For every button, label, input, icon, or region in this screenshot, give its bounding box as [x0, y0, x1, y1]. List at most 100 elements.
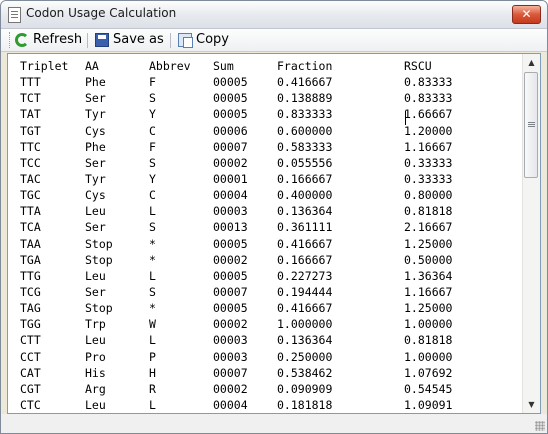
table-cell: 1.00000	[404, 349, 453, 364]
column-header: Triplet	[20, 59, 69, 74]
save-as-label: Save as	[113, 32, 164, 47]
refresh-button[interactable]: Refresh	[15, 30, 82, 49]
table-cell: *	[149, 301, 156, 316]
table-cell: TAG	[20, 301, 41, 316]
table-cell: 00002	[213, 155, 248, 170]
table-cell: 00003	[213, 333, 248, 348]
resize-grip-icon[interactable]	[535, 421, 545, 431]
vertical-scrollbar[interactable]: ▲ ▼	[522, 54, 540, 413]
table-cell: Cys	[85, 123, 106, 138]
table-cell: His	[85, 365, 106, 380]
table-cell: 0.416667	[277, 301, 333, 316]
table-header-row: Triplet AA Abbrev Sum Fraction RSCU	[20, 58, 484, 74]
table-cell: 00002	[213, 381, 248, 396]
table-cell: 00005	[213, 91, 248, 106]
column-header: Fraction	[277, 59, 333, 74]
column-header: Abbrev	[149, 59, 191, 74]
table-cell: 1.25000	[404, 236, 453, 251]
table-cell: 1.25000	[404, 301, 453, 316]
table-cell: TTT	[20, 75, 41, 90]
table-cell: TAA	[20, 236, 41, 251]
table-cell: F	[149, 75, 156, 90]
table-cell: Leu	[85, 268, 106, 283]
table-row: CCT Pro P 00003 0.250000 1.00000	[20, 349, 484, 365]
table-cell: 2.16667	[404, 220, 453, 235]
table-cell: C	[149, 123, 156, 138]
table-cell: *	[149, 236, 156, 251]
table-cell: Ser	[85, 155, 106, 170]
table-cell: 0.80000	[404, 188, 453, 203]
table-cell: 0.33333	[404, 172, 453, 187]
table-row: TTT Phe F 00005 0.416667 0.83333	[20, 74, 484, 90]
table-row: TTA Leu L 00003 0.136364 0.81818	[20, 203, 484, 219]
scroll-thumb[interactable]	[524, 72, 538, 178]
table-cell: Arg	[85, 381, 106, 396]
table-cell: 0.583333	[277, 139, 333, 154]
table-cell: 0.83333	[404, 91, 453, 106]
table-cell: 0.416667	[277, 75, 333, 90]
table-cell: TTG	[20, 268, 41, 283]
table-row: TGA Stop * 00002 0.166667 0.50000	[20, 252, 484, 268]
scroll-down-arrow[interactable]: ▼	[523, 396, 540, 413]
table-cell: 00007	[213, 365, 248, 380]
table-cell: 0.166667	[277, 252, 333, 267]
table-cell: 00007	[213, 285, 248, 300]
table-cell: F	[149, 139, 156, 154]
toolbar-divider	[170, 33, 171, 48]
table-cell: 0.416667	[277, 236, 333, 251]
results-text-area[interactable]: Triplet AA Abbrev Sum Fraction RSCU TTT Phe F 000…	[7, 53, 541, 414]
codon-usage-window: Codon Usage Calculation ✕ Refresh Save a…	[0, 0, 548, 434]
table-cell: 0.361111	[277, 220, 333, 235]
copy-label: Copy	[196, 32, 229, 47]
table-cell: Stop	[85, 236, 113, 251]
scroll-up-arrow[interactable]: ▲	[523, 54, 540, 71]
table-row: TTC Phe F 00007 0.583333 1.16667	[20, 139, 484, 155]
table-cell: 00004	[213, 398, 248, 413]
table-cell: TTC	[20, 139, 41, 154]
table-cell: TGT	[20, 123, 41, 138]
table-cell: S	[149, 285, 156, 300]
table-cell: 00005	[213, 75, 248, 90]
table-cell: 0.166667	[277, 172, 333, 187]
table-cell: TAT	[20, 107, 41, 122]
table-cell: *	[149, 252, 156, 267]
toolbar-divider	[87, 33, 88, 48]
table-cell: Stop	[85, 252, 113, 267]
table-cell: 0.54545	[404, 381, 453, 396]
table-cell: Phe	[85, 139, 106, 154]
table-cell: S	[149, 220, 156, 235]
table-cell: 1.16667	[404, 139, 453, 154]
table-row: TGT Cys C 00006 0.600000 1.20000	[20, 123, 484, 139]
table-cell: 0.600000	[277, 123, 333, 138]
table-cell: 0.138889	[277, 91, 333, 106]
title-bar[interactable]: Codon Usage Calculation ✕	[1, 1, 547, 29]
table-cell: 1.36364	[404, 268, 453, 283]
table-row: CAT His H 00007 0.538462 1.07692	[20, 365, 484, 381]
table-cell: 00001	[213, 172, 248, 187]
table-cell: 0.136364	[277, 204, 333, 219]
table-cell: S	[149, 91, 156, 106]
table-row: TGG Trp W 00002 1.000000 1.00000	[20, 316, 484, 332]
table-row: TCC Ser S 00002 0.055556 0.33333	[20, 155, 484, 171]
table-cell: Leu	[85, 398, 106, 413]
table-cell: 0.090909	[277, 381, 333, 396]
copy-icon	[178, 32, 193, 48]
table-row: TGC Cys C 00004 0.400000 0.80000	[20, 187, 484, 203]
copy-button[interactable]: Copy	[178, 30, 229, 49]
toolbar: Refresh Save as Copy	[1, 29, 547, 52]
table-cell: 0.833333	[277, 107, 333, 122]
window-title: Codon Usage Calculation	[26, 6, 177, 20]
status-bar	[1, 414, 547, 433]
results-viewport[interactable]: Triplet AA Abbrev Sum Fraction RSCU TTT Phe F 000…	[8, 54, 521, 413]
close-button[interactable]: ✕	[512, 5, 541, 24]
table-cell: 0.250000	[277, 349, 333, 364]
table-cell: 00006	[213, 123, 248, 138]
table-cell: CTC	[20, 398, 41, 413]
document-icon	[8, 7, 21, 23]
table-cell: P	[149, 349, 156, 364]
table-cell: CCT	[20, 349, 41, 364]
table-row: TAC Tyr Y 00001 0.166667 0.33333	[20, 171, 484, 187]
save-as-button[interactable]: Save as	[95, 30, 164, 49]
table-cell: 00007	[213, 139, 248, 154]
table-cell: CGT	[20, 381, 41, 396]
